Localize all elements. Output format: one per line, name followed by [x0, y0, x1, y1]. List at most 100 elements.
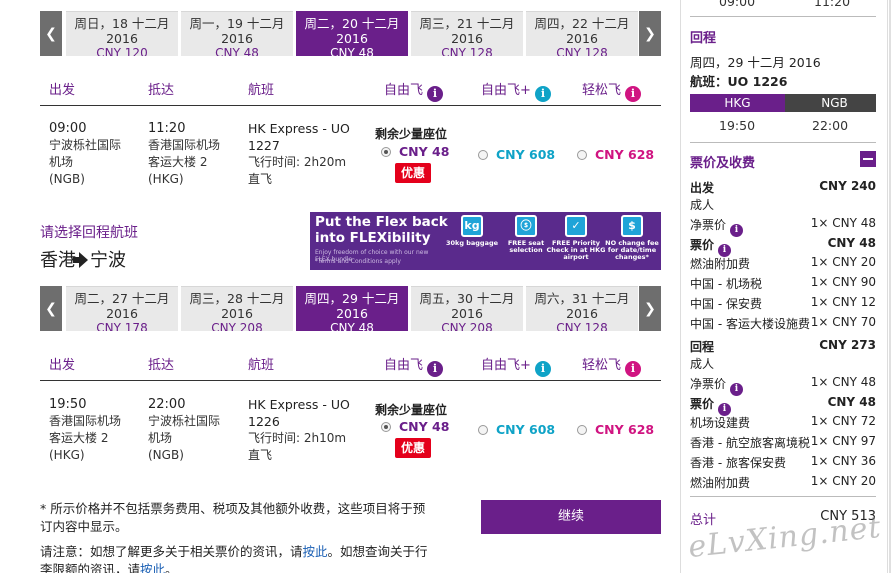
date-label: 周一，19 十二月 — [189, 16, 285, 31]
prev-dates-arrow-icon[interactable]: ❮ — [40, 11, 62, 56]
date-year: 2016 — [566, 306, 598, 321]
seats-left-badge: 剩余少量座位 — [375, 127, 448, 141]
fare-easy-fly-option[interactable]: CNY 628 — [577, 422, 654, 437]
inbound-date-cell[interactable]: 周三，28 十二月 2016 CNY 208 — [181, 286, 293, 331]
info-note: 请注意：如想了解更多关于相关票价的资讯，请按此。如想查询关于行 李限额的资讯，请… — [40, 543, 460, 573]
header-depart: 出发 — [49, 83, 76, 98]
fare-fly-option[interactable]: CNY 48 — [381, 419, 449, 434]
date-year: 2016 — [221, 31, 253, 46]
radio[interactable] — [478, 150, 488, 160]
outbound-arrival: 11:20 香港国际机场 客运大楼 2 (HKG) — [148, 120, 220, 188]
fee-label: 成人 — [690, 355, 714, 372]
fare-info-link[interactable]: 按此 — [303, 544, 328, 559]
inbound-date-cell[interactable]: 周六，31 十二月 2016 CNY 128 — [526, 286, 638, 331]
header-arrive: 抵达 — [148, 358, 175, 373]
header-fare-fly: 自由飞 i — [384, 79, 444, 102]
return-section-title: 回程 — [690, 31, 717, 46]
fare-fly-plus-label: 自由飞+ — [481, 83, 531, 98]
info-icon[interactable]: i — [427, 361, 444, 377]
outbound-date-cell[interactable]: 周三，21 十二月 2016 CNY 128 — [411, 11, 523, 56]
radio[interactable] — [577, 425, 587, 435]
header-fare-easy-fly: 轻松飞 i — [582, 354, 642, 377]
dep-terminal: 客运大楼 2 — [49, 431, 109, 445]
continue-button[interactable]: 继续 — [481, 500, 661, 534]
collapse-icon[interactable] — [860, 151, 876, 167]
inbound-date-strip: ❮ 周二，27 十二月 2016 CNY 178 周三，28 十二月 2016 … — [40, 286, 661, 331]
outbound-leg-dep-time: 09:00 — [719, 0, 756, 9]
dep-airport: 香港国际机场 — [49, 414, 122, 428]
fare-fly-option[interactable]: CNY 48 — [381, 144, 449, 159]
outbound-date-cell[interactable]: 周一，19 十二月 2016 CNY 48 — [181, 11, 293, 56]
date-label: 周六，31 十二月 — [534, 291, 630, 306]
fee-label-text: 成人 — [690, 357, 715, 371]
fee-label-text: 燃油附加费 — [690, 257, 751, 272]
date-label: 周五，30 十二月 — [419, 291, 515, 306]
outbound-date-cell[interactable]: 周四，22 十二月 2016 CNY 128 — [526, 11, 638, 56]
banner-feature: $ NO change fee for date/time changes* — [604, 215, 660, 261]
fee-value: CNY 273 — [819, 338, 876, 352]
dep-code: (NGB) — [49, 172, 85, 186]
prev-dates-arrow-icon[interactable]: ❮ — [40, 286, 62, 331]
fee-value: 1× CNY 70 — [810, 314, 876, 329]
fee-row: 燃油附加费 1× CNY 20 — [690, 474, 876, 493]
note-text: 。 — [165, 562, 178, 573]
fare-price: CNY 628 — [595, 422, 655, 437]
inbound-date-cell-selected[interactable]: 周四，29 十二月 2016 CNY 48 — [296, 286, 408, 331]
flex-promo-banner[interactable]: Put the Flex back into FLEXibility Enjoy… — [310, 212, 661, 270]
info-icon[interactable]: i — [534, 86, 551, 102]
fee-row: 燃油附加费 1× CNY 20 — [690, 255, 876, 274]
flight-number-cont: 1227 — [248, 138, 280, 153]
flight-number: HK Express - UO — [248, 121, 350, 136]
fee-value: CNY 48 — [827, 235, 876, 250]
info-icon[interactable]: i — [427, 86, 444, 102]
fare-fly-plus-label: 自由飞+ — [481, 358, 531, 373]
flight-duration: 飞行时间: 2h20m — [248, 155, 347, 169]
info-icon[interactable]: i — [625, 86, 642, 102]
inbound-date-cell[interactable]: 周五，30 十二月 2016 CNY 208 — [411, 286, 523, 331]
baggage-info-link[interactable]: 按此 — [140, 562, 165, 573]
route-from: 香港 — [40, 250, 76, 271]
radio-selected[interactable] — [381, 422, 391, 432]
feature-label: 30kg baggage — [445, 239, 499, 247]
fee-label-text: 成人 — [690, 198, 715, 212]
outbound-date-cell[interactable]: 周日，18 十二月 2016 CNY 120 — [66, 11, 178, 56]
inbound-flight-info: HK Express - UO 1226 飞行时间: 2h10m 直飞 — [248, 396, 350, 464]
return-leg-dep-time: 19:50 — [719, 118, 756, 133]
note-text: 请注意：如想了解更多关于相关票价的资讯，请 — [40, 544, 303, 559]
price-disclaimer: * 所示价格并不包括票务费用、税项及其他额外收费，这些项目将于预 订内容中显示。 — [40, 500, 460, 536]
promo-badge: 优惠 — [395, 438, 431, 458]
fee-label: 净票价 i — [690, 216, 744, 237]
radio[interactable] — [478, 425, 488, 435]
fee-label: 中国 - 机场税 — [690, 275, 762, 292]
note-text: 。如想查询关于行 — [327, 544, 428, 559]
fee-label: 票价 i — [690, 395, 732, 416]
feature-label: FREE seat selection — [507, 239, 545, 254]
info-icon[interactable]: i — [534, 361, 551, 377]
fare-price: CNY 608 — [496, 422, 556, 437]
leg-destination: NGB — [785, 94, 876, 112]
arrow-right-icon — [73, 252, 88, 268]
radio-selected[interactable] — [381, 147, 391, 157]
next-dates-arrow-icon[interactable]: ❯ — [639, 286, 661, 331]
fare-fly-plus-option[interactable]: CNY 608 — [478, 147, 555, 162]
date-price: CNY 128 — [556, 46, 608, 56]
fee-label-text: 中国 - 客运大楼设施费 — [690, 316, 810, 331]
outbound-date-cell-selected[interactable]: 周二，20 十二月 2016 CNY 48 — [296, 11, 408, 56]
next-dates-arrow-icon[interactable]: ❯ — [639, 11, 661, 56]
fee-label: 香港 - 航空旅客离境税 — [690, 434, 810, 451]
fare-price: CNY 628 — [595, 147, 655, 162]
fee-label: 机场设建费 — [690, 414, 750, 431]
date-label: 周三，21 十二月 — [419, 16, 515, 31]
inbound-date-cell[interactable]: 周二，27 十二月 2016 CNY 178 — [66, 286, 178, 331]
fee-label-text: 中国 - 保安费 — [690, 297, 762, 311]
radio[interactable] — [577, 150, 587, 160]
fare-fly-label: 自由飞 — [384, 358, 424, 373]
header-fare-fly: 自由飞 i — [384, 354, 444, 377]
fare-fly-plus-option[interactable]: CNY 608 — [478, 422, 555, 437]
fare-easy-fly-option[interactable]: CNY 628 — [577, 147, 654, 162]
info-icon[interactable]: i — [625, 361, 642, 377]
header-flight: 航班 — [248, 83, 275, 98]
route-title: 香港 宁波 — [40, 246, 126, 272]
flight-duration: 飞行时间: 2h10m — [248, 431, 347, 445]
date-price: CNY 178 — [96, 321, 148, 331]
